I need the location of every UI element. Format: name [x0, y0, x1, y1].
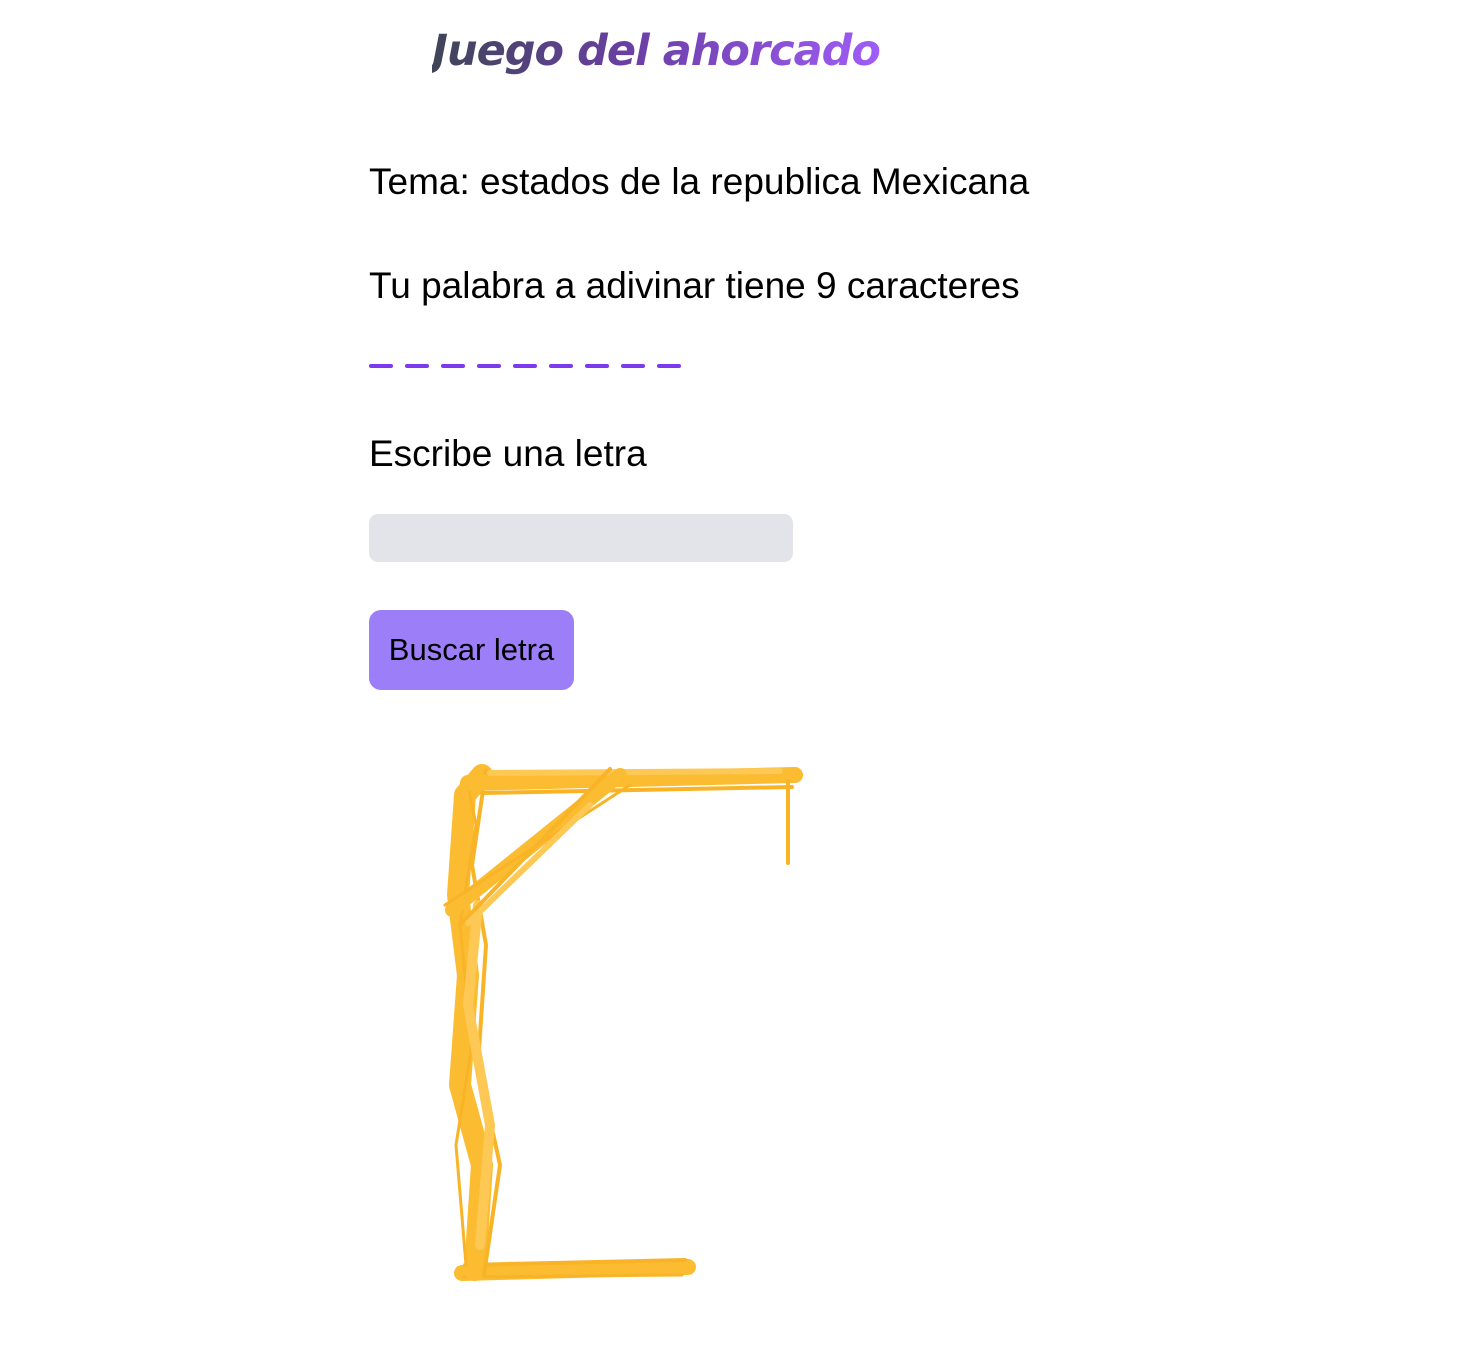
search-letter-button[interactable]: Buscar letra: [369, 610, 574, 690]
letter-blank: [549, 364, 573, 368]
gallows-drawing: [443, 764, 803, 1281]
letter-prompt: Escribe una letra: [369, 433, 647, 474]
letter-blank: [513, 364, 537, 368]
letter-blank: [585, 364, 609, 368]
hangman-drawing: [443, 764, 803, 1281]
hangman-page: Juego del ahorcado Tema: estados de la r…: [0, 0, 1482, 1350]
word-length-hint: Tu palabra a adivinar tiene 9 caracteres: [369, 265, 1020, 306]
letter-blank: [621, 364, 645, 368]
gallows-beam: [460, 767, 803, 791]
letter-blank: [441, 364, 465, 368]
letter-blank: [369, 364, 393, 368]
topic-text: Tema: estados de la republica Mexicana: [369, 161, 1030, 202]
letter-blank: [477, 364, 501, 368]
letter-blank: [657, 364, 681, 368]
word-blanks: [369, 364, 681, 370]
gallows-base: [454, 1259, 696, 1281]
letter-blank: [405, 364, 429, 368]
page-title: Juego del ahorcado: [432, 22, 881, 80]
letter-input[interactable]: [369, 514, 793, 562]
